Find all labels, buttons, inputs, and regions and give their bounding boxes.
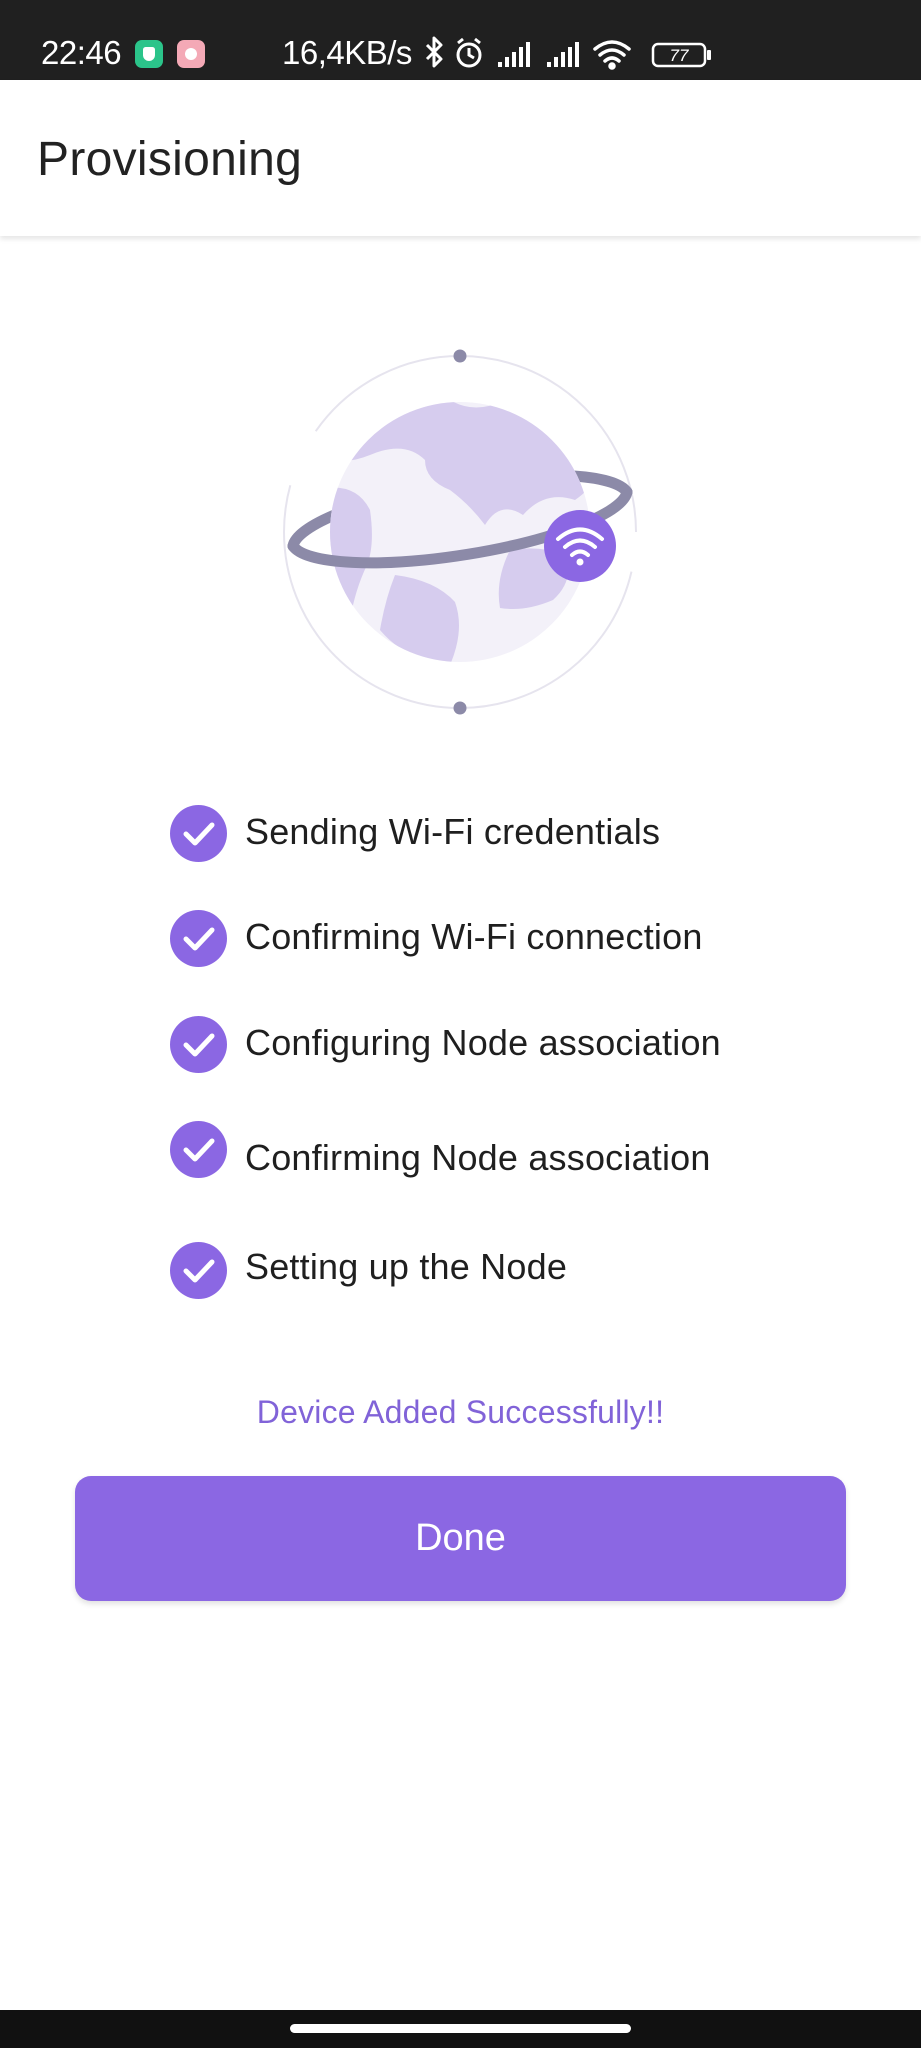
status-bar: 22:46 16,4KB/s 77 <box>0 0 921 80</box>
page-title: Provisioning <box>37 133 303 186</box>
battery-icon: 77 <box>651 42 711 68</box>
status-time: 22:46 <box>41 34 122 71</box>
orbit-dot-bottom <box>453 701 467 715</box>
network-speed: 16,4KB/s <box>282 34 412 71</box>
check-circle-icon <box>170 1242 227 1299</box>
app-notification-icon <box>177 40 205 68</box>
navigation-bar <box>0 2010 921 2048</box>
home-gesture-handle[interactable] <box>290 2024 631 2033</box>
vpn-shield-app-icon <box>135 40 163 68</box>
check-circle-icon <box>170 1016 227 1073</box>
orbit-dot-top <box>453 349 467 363</box>
step-label: Confirming Node association <box>245 1137 711 1178</box>
signal-icon <box>547 42 579 67</box>
check-circle-icon <box>170 805 227 862</box>
alarm-icon <box>456 37 482 68</box>
bluetooth-icon <box>425 36 443 68</box>
app-bar: Provisioning <box>0 80 921 236</box>
step-label: Confirming Wi-Fi connection <box>245 916 703 957</box>
done-button[interactable]: Done <box>75 1476 846 1601</box>
step-label: Setting up the Node <box>245 1246 568 1287</box>
status-icons: 77 <box>425 36 711 70</box>
step-label: Sending Wi-Fi credentials <box>245 811 661 852</box>
wifi-icon <box>593 40 631 70</box>
step-label: Configuring Node association <box>245 1022 721 1063</box>
signal-icon <box>498 42 530 67</box>
check-circle-icon <box>170 910 227 967</box>
check-circle-icon <box>170 1121 227 1178</box>
globe-wifi-illustration <box>283 349 637 715</box>
battery-level: 77 <box>670 46 689 65</box>
success-message: Device Added Successfully!! <box>256 1394 665 1430</box>
wifi-badge-icon <box>544 510 616 582</box>
